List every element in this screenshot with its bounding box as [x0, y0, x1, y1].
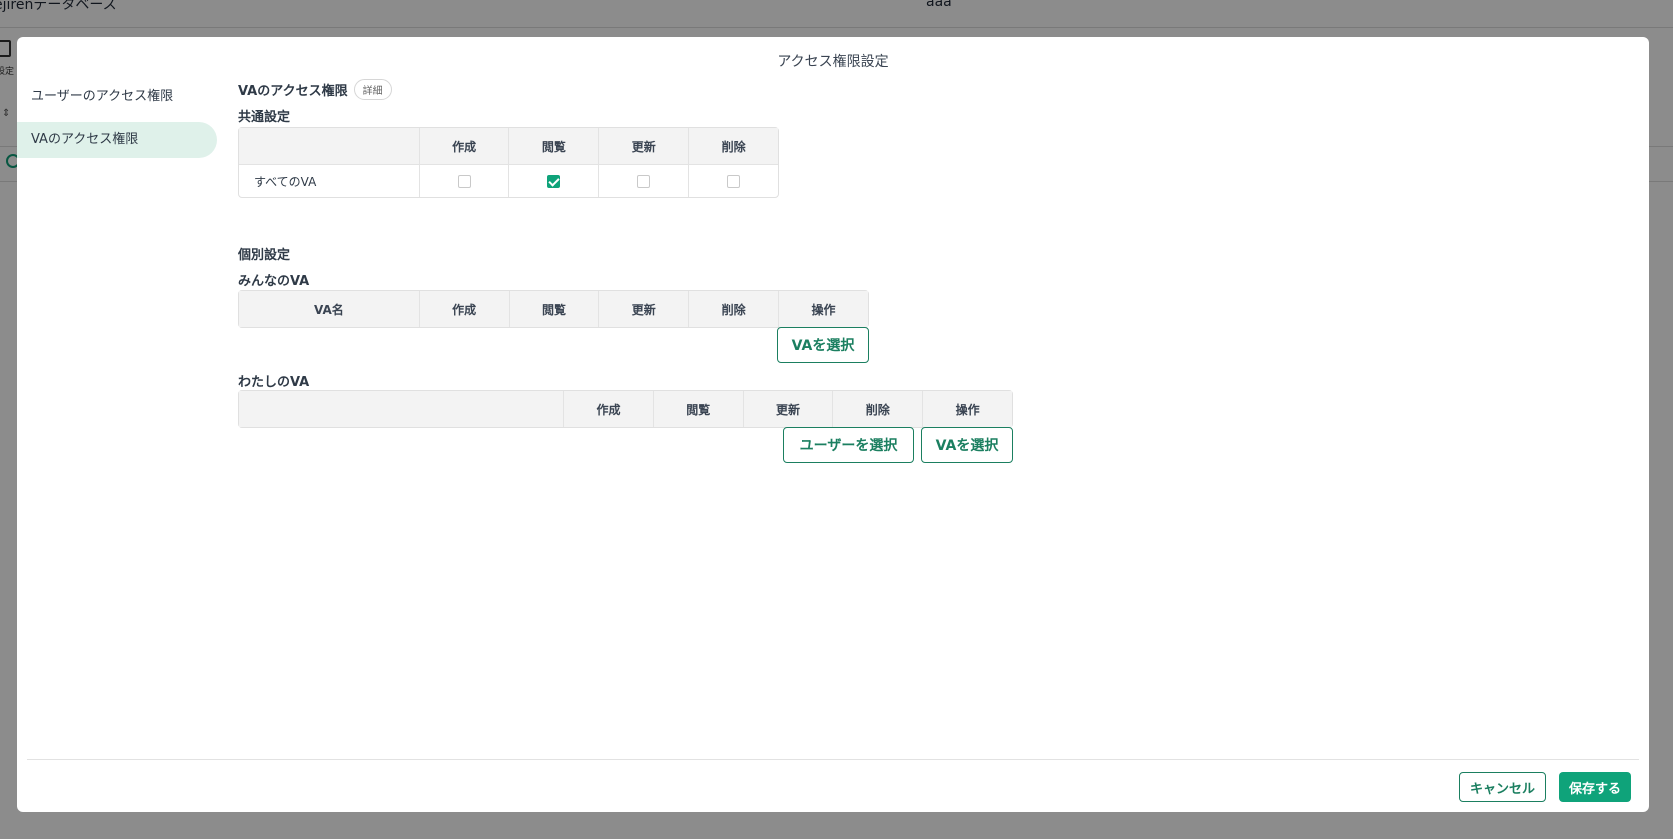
- table-header-row: VA名 作成 閲覧 更新 削除 操作: [239, 291, 868, 327]
- column-header: [239, 391, 564, 427]
- column-header-delete: 削除: [832, 391, 923, 427]
- va-access-title: VAのアクセス権限: [238, 84, 348, 99]
- column-header: [239, 128, 419, 164]
- row-name: すべてのVA: [239, 164, 419, 197]
- table-header-row: 作成 閲覧 更新 削除 操作: [239, 391, 1012, 427]
- my-select-va-button[interactable]: VAを選択: [921, 427, 1013, 463]
- everyone-va-table: VA名 作成 閲覧 更新 削除 操作: [238, 290, 869, 328]
- table-row: すべてのVA: [239, 164, 778, 197]
- save-button[interactable]: 保存する: [1559, 772, 1631, 802]
- column-header-action: 操作: [922, 391, 1012, 427]
- modal-title: アクセス権限設定: [777, 54, 889, 70]
- footer-divider: [27, 759, 1639, 760]
- individual-settings-title: 個別設定: [238, 248, 291, 263]
- read-checkbox[interactable]: [547, 175, 561, 188]
- sidebar-item-user-access[interactable]: ユーザーのアクセス権限: [17, 79, 217, 115]
- column-header-read: 閲覧: [508, 291, 599, 327]
- va-access-heading: VAのアクセス権限 詳細: [238, 79, 392, 100]
- column-header-create: 作成: [563, 391, 653, 427]
- column-header-va-name: VA名: [239, 291, 419, 327]
- column-header-read: 閲覧: [652, 391, 743, 427]
- detail-button[interactable]: 詳細: [353, 79, 392, 100]
- everyone-select-va-button[interactable]: VAを選択: [777, 327, 869, 363]
- delete-checkbox[interactable]: [727, 175, 741, 188]
- access-permission-modal: アクセス権限設定 ユーザーのアクセス権限 VAのアクセス権限 VAのアクセス権限…: [17, 37, 1649, 812]
- update-checkbox[interactable]: [637, 175, 651, 188]
- everyone-va-title: みんなのVA: [238, 274, 310, 289]
- column-header-action: 操作: [778, 291, 868, 327]
- my-va-table: 作成 閲覧 更新 削除 操作: [238, 390, 1013, 428]
- column-header-delete: 削除: [688, 128, 778, 164]
- select-user-button[interactable]: ユーザーを選択: [783, 427, 914, 463]
- common-settings-table: 作成 閲覧 更新 削除 すべてのVA: [238, 127, 779, 198]
- column-header-create: 作成: [418, 291, 509, 327]
- common-settings-title: 共通設定: [238, 110, 291, 125]
- column-header-read: 閲覧: [508, 128, 599, 164]
- column-header-update: 更新: [742, 391, 833, 427]
- modal-sidebar: ユーザーのアクセス権限 VAのアクセス権限: [17, 79, 217, 165]
- cancel-button[interactable]: キャンセル: [1459, 772, 1546, 802]
- table-header-row: 作成 閲覧 更新 削除: [239, 128, 778, 164]
- column-header-update: 更新: [598, 128, 689, 164]
- column-header-create: 作成: [418, 128, 509, 164]
- create-checkbox[interactable]: [457, 175, 471, 188]
- column-header-update: 更新: [598, 291, 689, 327]
- column-header-delete: 削除: [688, 291, 779, 327]
- my-va-title: わたしのVA: [238, 375, 310, 390]
- sidebar-item-va-access[interactable]: VAのアクセス権限: [17, 122, 217, 158]
